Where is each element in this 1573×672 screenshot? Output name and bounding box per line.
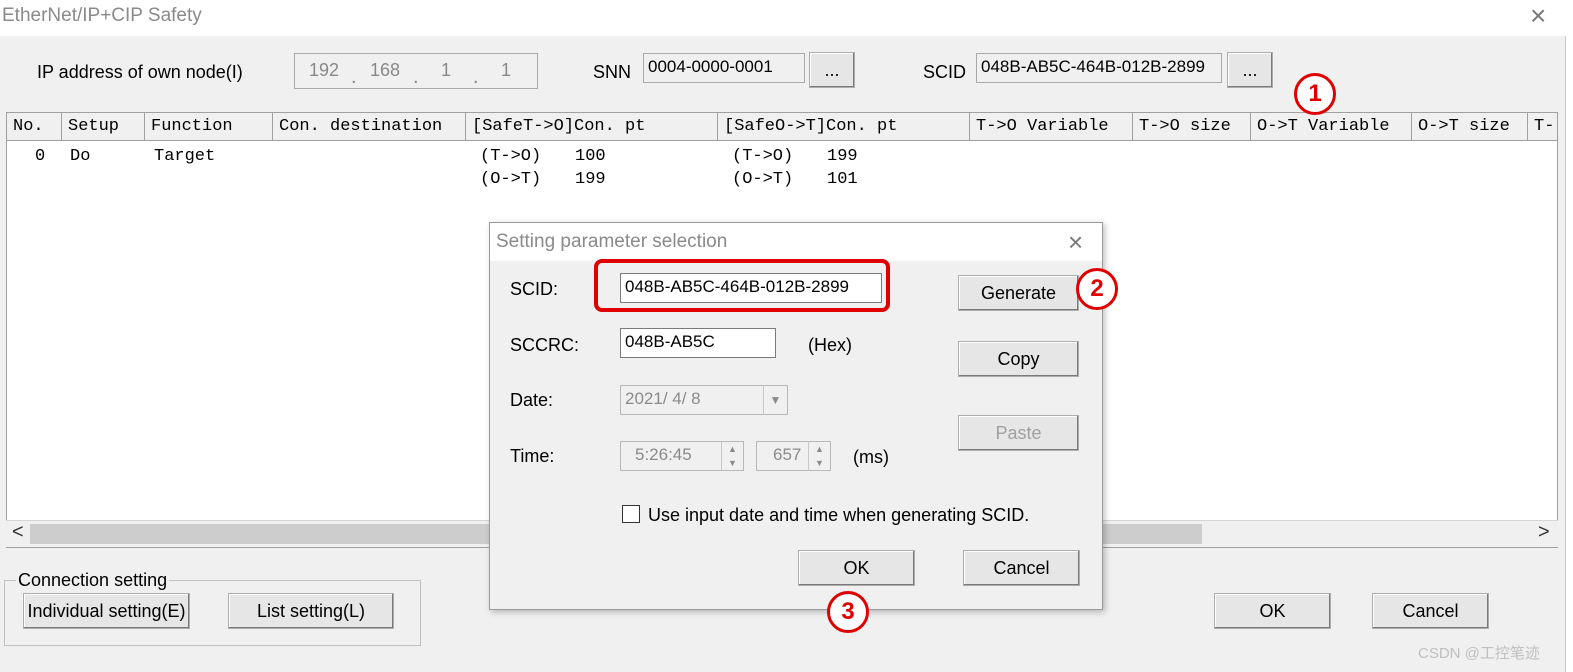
ip-address-field[interactable]: 192 . 168 . 1 . 1 [294, 53, 538, 89]
ip-dot: . [351, 66, 357, 88]
snn-label: SNN [593, 62, 632, 82]
connection-setting-label: Connection setting [16, 570, 170, 591]
snn-field[interactable]: 0004-0000-0001 [643, 53, 805, 83]
column-header-no[interactable]: No. [7, 113, 62, 141]
column-header-function[interactable]: Function [145, 113, 273, 141]
ip-octet-2: 168 [370, 60, 401, 80]
column-header-o2t-variable[interactable]: O->T Variable [1251, 113, 1412, 141]
cell-o2t-line2-val: 101 [827, 170, 858, 189]
ip-address-label: IP address of own node(I) [37, 62, 243, 82]
dialog-close-icon[interactable]: × [1068, 227, 1083, 258]
scid-label: SCID [923, 62, 967, 82]
cell-function: Target [154, 147, 216, 166]
watermark: CSDN @工控笔迹 [1418, 645, 1540, 662]
cell-o2t-line1-dir: (T->O) [732, 147, 794, 166]
ip-octet-3: 1 [441, 60, 452, 80]
time-label: Time: [510, 446, 555, 466]
column-header-safe-t2o[interactable]: [SafeT->O]Con. pt [466, 113, 718, 141]
callout-2: 2 [1076, 268, 1118, 310]
close-icon[interactable]: × [1530, 2, 1546, 30]
ms-field[interactable]: 657 ▲ ▼ [756, 441, 831, 471]
column-header-truncated[interactable]: T- [1528, 113, 1557, 141]
sccrc-field[interactable]: 048B-AB5C [620, 328, 776, 358]
column-header-safe-o2t[interactable]: [SafeO->T]Con. pt [718, 113, 970, 141]
paste-button[interactable]: Paste [958, 415, 1079, 451]
ms-value: 657 [773, 445, 802, 464]
ms-spinner-icon[interactable]: ▲ ▼ [808, 442, 830, 470]
column-header-o2t-size[interactable]: O->T size [1412, 113, 1528, 141]
cell-o2t-line1-val: 199 [827, 147, 858, 166]
chevron-down-icon[interactable]: ▼ [763, 386, 787, 414]
scid-highlight-box [594, 259, 890, 312]
cell-t2o-line2-dir: (O->T) [480, 170, 542, 189]
use-input-datetime-checkbox[interactable] [622, 505, 640, 523]
sccrc-label: SCCRC: [510, 335, 580, 355]
cell-t2o-line2-val: 199 [575, 170, 606, 189]
dialog-scid-label: SCID: [510, 279, 559, 299]
time-value: 5:26:45 [635, 445, 692, 464]
main-ok-button[interactable]: OK [1214, 593, 1331, 629]
column-header-setup[interactable]: Setup [62, 113, 145, 141]
ip-octet-4: 1 [501, 60, 512, 80]
callout-1: 1 [1294, 73, 1336, 115]
ip-dot: . [413, 66, 419, 88]
copy-button[interactable]: Copy [958, 341, 1079, 377]
snn-browse-button[interactable]: ... [809, 52, 855, 88]
ip-octet-1: 192 [309, 60, 340, 80]
window-title: EtherNet/IP+CIP Safety [2, 5, 202, 26]
individual-setting-button[interactable]: Individual setting(E) [23, 593, 190, 629]
list-setting-button[interactable]: List setting(L) [228, 593, 394, 629]
column-header-t2o-size[interactable]: T->O size [1133, 113, 1251, 141]
date-label: Date: [510, 390, 554, 410]
cell-no: 0 [35, 147, 46, 166]
date-value: 2021/ 4/ 8 [625, 389, 701, 408]
scroll-left-icon[interactable]: < [12, 521, 24, 544]
dialog-ok-button[interactable]: OK [798, 550, 915, 586]
table-header: No. Setup Function Con. destination [Saf… [7, 113, 1557, 141]
date-picker[interactable]: 2021/ 4/ 8 ▼ [620, 385, 788, 415]
ms-label: (ms) [853, 447, 889, 467]
time-field[interactable]: 5:26:45 ▲ ▼ [620, 441, 744, 471]
generate-button[interactable]: Generate [958, 275, 1079, 311]
dialog-cancel-button[interactable]: Cancel [963, 550, 1080, 586]
dialog-title: Setting parameter selection [496, 231, 728, 252]
dialog-title-bar: Setting parameter selection × [490, 223, 1102, 261]
ip-dot: . [473, 66, 479, 88]
scroll-right-icon[interactable]: > [1538, 521, 1550, 544]
cell-t2o-line1-dir: (T->O) [480, 147, 542, 166]
cell-o2t-line2-dir: (O->T) [732, 170, 794, 189]
column-header-t2o-variable[interactable]: T->O Variable [970, 113, 1133, 141]
main-cancel-button[interactable]: Cancel [1372, 593, 1489, 629]
column-header-con-destination[interactable]: Con. destination [273, 113, 466, 141]
use-input-datetime-label: Use input date and time when generating … [648, 505, 1030, 525]
hex-label: (Hex) [808, 335, 852, 355]
callout-3: 3 [827, 591, 869, 633]
cell-setup: Do [70, 147, 91, 166]
title-bar: EtherNet/IP+CIP Safety × [0, 0, 1566, 36]
scid-field[interactable]: 048B-AB5C-464B-012B-2899 [976, 53, 1222, 83]
scid-browse-button[interactable]: ... [1227, 52, 1273, 88]
cell-t2o-line1-val: 100 [575, 147, 606, 166]
time-spinner-icon[interactable]: ▲ ▼ [721, 442, 743, 470]
